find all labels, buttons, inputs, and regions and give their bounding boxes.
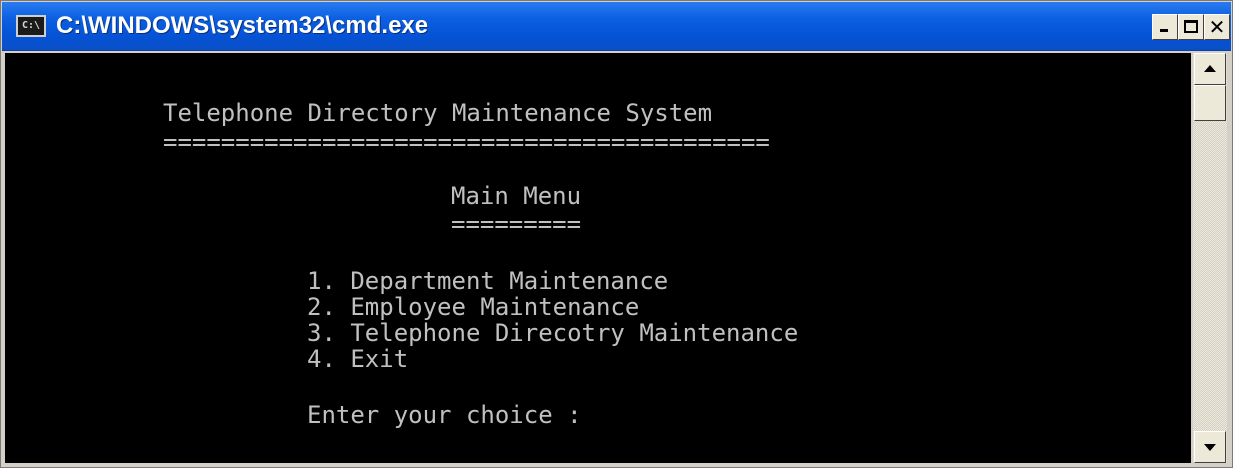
arrow-up-icon: [1204, 65, 1216, 72]
cmd-window: C:\ C:\WINDOWS\system32\cmd.exe ✕ Teleph…: [0, 0, 1233, 468]
title-bar[interactable]: C:\ C:\WINDOWS\system32\cmd.exe ✕: [2, 2, 1231, 51]
choice-prompt: Enter your choice :: [307, 401, 582, 429]
menu-heading: Main Menu: [451, 182, 582, 210]
window-title: C:\WINDOWS\system32\cmd.exe: [56, 12, 429, 39]
close-button[interactable]: ✕: [1204, 14, 1230, 40]
scroll-down-button[interactable]: [1194, 431, 1226, 463]
minimize-icon: [1160, 29, 1168, 32]
scroll-thumb[interactable]: [1194, 85, 1226, 121]
menu-option-telephone-directory: 3. Telephone Direcotry Maintenance: [307, 319, 799, 347]
menu-option-employee: 2. Employee Maintenance: [307, 293, 640, 321]
close-icon: ✕: [1208, 15, 1226, 39]
menu-option-department: 1. Department Maintenance: [307, 267, 669, 295]
maximize-button[interactable]: [1178, 14, 1204, 40]
app-title: Telephone Directory Maintenance System: [163, 99, 713, 127]
vertical-scrollbar[interactable]: [1193, 53, 1227, 463]
cmd-icon[interactable]: C:\: [16, 15, 46, 37]
menu-heading-underline: =========: [451, 210, 582, 238]
title-underline: ========================================…: [163, 128, 770, 156]
console-output[interactable]: Telephone Directory Maintenance System =…: [5, 53, 1191, 463]
maximize-icon: [1184, 20, 1198, 33]
menu-option-exit: 4. Exit: [307, 345, 409, 373]
scroll-up-button[interactable]: [1194, 53, 1226, 85]
arrow-down-icon: [1204, 444, 1216, 451]
minimize-button[interactable]: [1152, 14, 1178, 40]
